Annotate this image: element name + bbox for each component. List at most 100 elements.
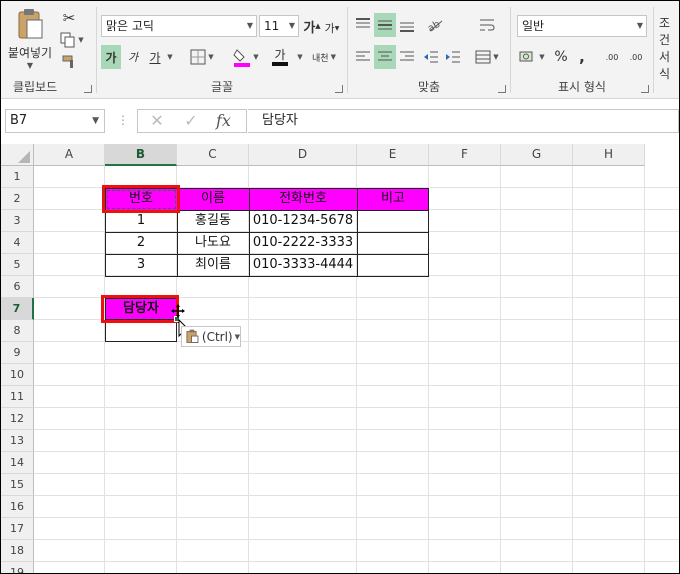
align-bottom-button[interactable] <box>396 13 418 37</box>
insert-function-button[interactable]: fx <box>216 111 242 133</box>
decrease-indent-button[interactable] <box>420 45 442 69</box>
highlight-box-b7 <box>101 295 179 323</box>
format-painter-button[interactable] <box>59 53 79 71</box>
increase-decimal-label: .00 <box>605 52 619 62</box>
chevron-down-icon: ▼ <box>234 332 240 341</box>
brush-icon <box>62 55 73 68</box>
conditional-label-line2: 서식 <box>659 50 671 81</box>
border-button[interactable]: ▼ <box>187 45 217 69</box>
svg-text:ab: ab <box>426 19 442 33</box>
paste-chevron-down-icon: ▼ <box>26 61 34 70</box>
styles-group: 조건 서식 <box>655 1 679 99</box>
worksheet[interactable]: ABCDEFGH 1 2 3 4 5 6 7 8 9 10 11 12 13 14 15 16 17 18 19 번… <box>1 144 679 573</box>
orientation-button[interactable]: ab <box>422 13 448 37</box>
cell-b8[interactable] <box>105 320 177 342</box>
shrink-font-button[interactable]: 가 ▼ <box>323 17 341 39</box>
fill-bucket-icon <box>233 49 251 67</box>
alignment-launcher[interactable] <box>498 85 506 93</box>
paste-options-button[interactable]: (Ctrl) ▼ <box>181 326 241 347</box>
conditional-label-line1: 조건 <box>659 16 671 47</box>
accounting-format-button[interactable]: ▼ <box>517 45 547 69</box>
align-middle-icon <box>378 20 392 30</box>
fill-color-button[interactable]: ▼ <box>231 45 261 69</box>
italic-label: 가 <box>127 51 139 64</box>
chevron-down-icon: ▼ <box>208 53 214 61</box>
conditional-formatting-button[interactable]: 조건 서식 <box>659 9 679 81</box>
enter-icon[interactable]: ✓ <box>180 111 202 133</box>
font-launcher[interactable] <box>335 85 343 93</box>
fx-label: fx <box>216 111 231 130</box>
increase-decimal-button[interactable]: .00 <box>601 45 623 69</box>
number-group-label: 표시 형식 <box>558 80 606 94</box>
chevron-down-icon: ▼ <box>330 53 336 61</box>
phonetic-button[interactable]: 내천 ▼ <box>307 45 341 69</box>
name-box-value: B7 <box>10 113 28 128</box>
paste-label: 붙여넣기 <box>7 46 53 60</box>
chevron-down-icon: ▼ <box>636 21 643 30</box>
align-middle-button[interactable] <box>374 13 396 37</box>
name-box[interactable]: B7 ▼ <box>5 109 105 133</box>
underline-dropdown[interactable]: ▼ <box>165 45 175 69</box>
chevron-down-icon: ▼ <box>539 53 545 61</box>
border-icon <box>190 49 206 65</box>
decrease-decimal-label: .00 <box>629 52 643 62</box>
copy-icon <box>60 32 75 48</box>
cut-button[interactable]: ✂ <box>59 9 79 27</box>
font-color-button[interactable]: 가 <box>265 45 295 69</box>
font-name-value: 맑은 고딕 <box>106 19 154 33</box>
currency-icon <box>519 51 533 62</box>
phonetic-label: 내천 <box>312 53 329 64</box>
italic-button[interactable]: 가 <box>123 45 143 69</box>
font-color-label: 가 <box>274 48 286 62</box>
comma-label: , <box>579 48 585 66</box>
font-group: 맑은 고딕 ▼ 11 ▼ 가 ▲ 가 ▼ 가 가 가 ▼ ▼ ▼ 가 ▼ 내천 … <box>97 1 347 99</box>
paste-button[interactable]: 붙여넣기 ▼ <box>7 5 53 73</box>
increase-indent-button[interactable] <box>442 45 464 69</box>
comma-button[interactable]: , <box>573 45 591 69</box>
highlight-box-b2 <box>102 185 180 213</box>
grow-font-label: 가 <box>303 20 316 36</box>
formula-input[interactable]: 담당자 <box>248 109 679 133</box>
font-size-dropdown[interactable]: 11 ▼ <box>259 15 299 37</box>
percent-button[interactable]: % <box>551 45 571 69</box>
scissors-icon: ✂ <box>62 9 76 27</box>
wrap-text-button[interactable] <box>476 13 498 37</box>
decrease-indent-icon <box>424 51 438 63</box>
align-top-button[interactable] <box>352 13 374 37</box>
underline-button[interactable]: 가 <box>145 45 165 69</box>
alignment-group-label: 맞춤 <box>417 80 441 94</box>
clipboard-launcher[interactable] <box>84 85 92 93</box>
paste-icon <box>18 9 43 39</box>
wrap-text-icon <box>480 19 495 31</box>
underline-label: 가 <box>149 50 161 65</box>
chevron-down-icon: ▼ <box>92 116 99 126</box>
number-format-dropdown[interactable]: 일반 ▼ <box>517 15 647 37</box>
align-left-icon <box>356 51 370 61</box>
formula-buttons: ✕ ✓ fx <box>137 109 247 133</box>
font-size-value: 11 <box>264 19 280 33</box>
align-right-icon <box>400 51 414 61</box>
font-color-dropdown[interactable]: ▼ <box>295 45 305 69</box>
ribbon: 붙여넣기 ▼ ✂ ▼ 클립보드 맑은 고딕 ▼ 11 ▼ 가 ▲ 가 ▼ 가 가… <box>1 1 679 99</box>
chevron-down-icon: ▼ <box>493 53 499 61</box>
font-color-swatch <box>272 62 288 66</box>
number-group: 일반 ▼ ▼ % , .00 .00 표시 형식 <box>511 1 653 99</box>
shrink-font-label: 가 <box>324 22 335 35</box>
align-bottom-icon <box>400 22 414 32</box>
bold-button[interactable]: 가 <box>101 45 121 69</box>
decrease-decimal-button[interactable]: .00 <box>625 45 647 69</box>
paste-options-label: (Ctrl) <box>201 329 233 344</box>
number-launcher[interactable] <box>641 85 649 93</box>
align-center-button[interactable] <box>374 45 396 69</box>
align-center-icon <box>378 51 392 61</box>
chevron-down-icon: ▼ <box>246 21 253 30</box>
more-options-icon: ⋮ <box>117 113 129 127</box>
font-name-dropdown[interactable]: 맑은 고딕 ▼ <box>101 15 257 37</box>
increase-indent-icon <box>446 51 460 63</box>
merge-center-button[interactable]: ▼ <box>472 45 502 69</box>
align-right-button[interactable] <box>396 45 418 69</box>
copy-button[interactable]: ▼ <box>57 31 87 49</box>
cancel-icon[interactable]: ✕ <box>146 111 168 133</box>
align-left-button[interactable] <box>352 45 374 69</box>
grow-font-button[interactable]: 가 ▲ <box>303 15 321 37</box>
